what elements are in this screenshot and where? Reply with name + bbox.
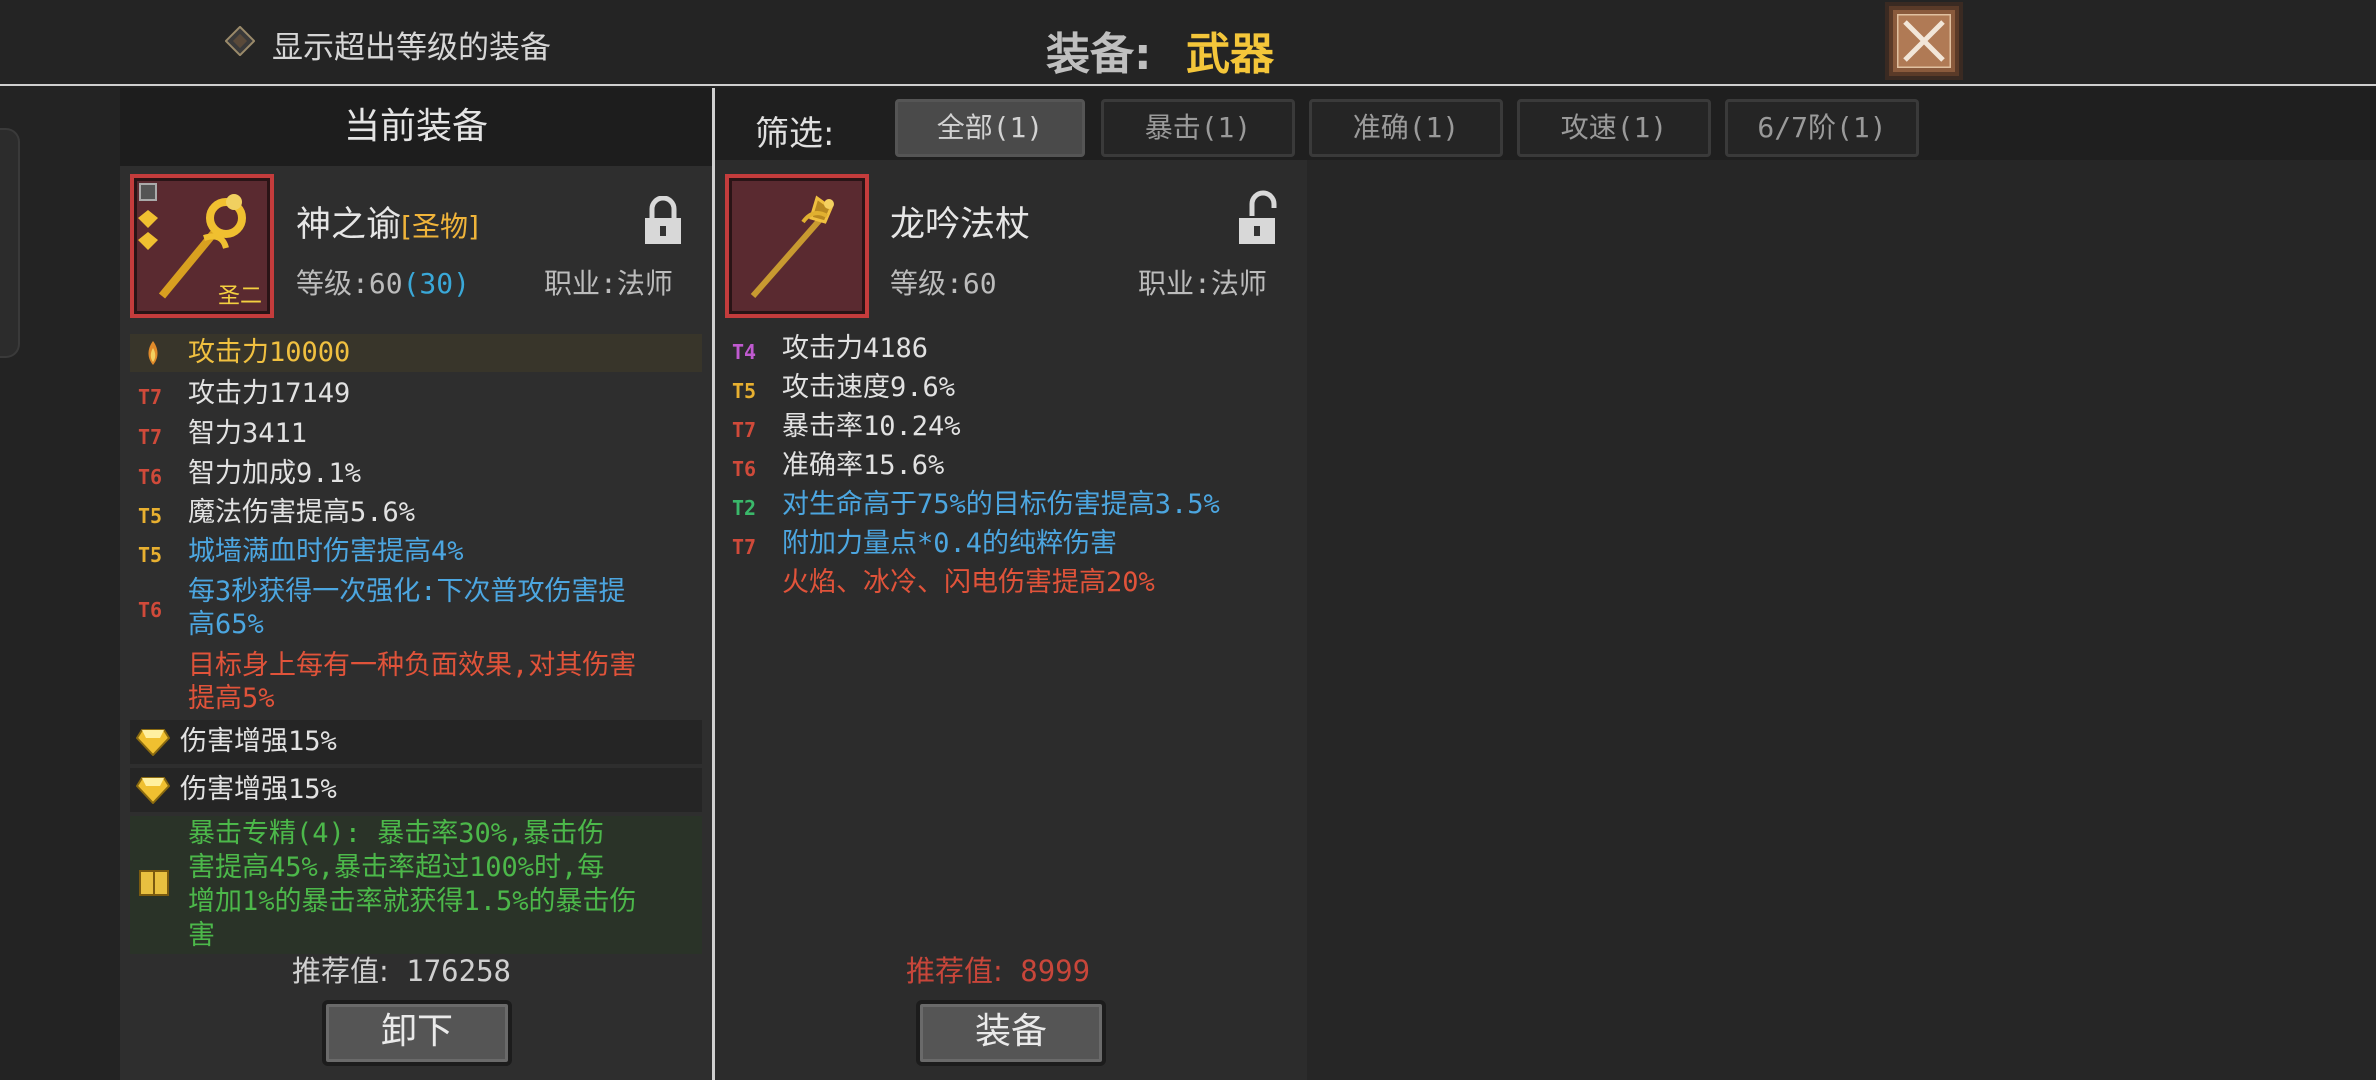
lock-open-icon[interactable] <box>1236 190 1278 246</box>
stat-line: 附加力量点*0.4的纯粹伤害 <box>782 528 1118 559</box>
candidate-score: 推荐值: 8999 <box>906 948 1090 990</box>
flame-icon <box>148 341 158 365</box>
stat-line: 魔法伤害提高5.6% <box>188 497 416 528</box>
lock-closed-icon[interactable] <box>642 196 684 246</box>
score-label: 推荐值: <box>292 954 389 988</box>
side-drawer-handle[interactable] <box>0 128 20 358</box>
show-over-level-toggle-label[interactable]: 显示超出等级的装备 <box>272 22 551 67</box>
gem-bonus: 伤害增强15% <box>180 774 337 805</box>
stat-tier: T4 <box>732 340 757 364</box>
stat-line: 智力加成9.1% <box>188 458 362 489</box>
unequip-button[interactable]: 卸下 <box>322 1000 512 1066</box>
gem-bonus: 伤害增强15% <box>180 726 337 757</box>
stat-tier: T6 <box>138 465 163 489</box>
current-item-name-text: 神之谕 <box>296 205 402 245</box>
level-value: 60 <box>962 267 997 300</box>
current-item-icon[interactable]: 圣二 <box>130 174 274 318</box>
filter-tab-crit[interactable]: 暴击(1) <box>1101 99 1295 157</box>
gem-icon <box>136 777 170 804</box>
stat-tier: T5 <box>732 379 757 403</box>
level-label: 等级: <box>296 267 369 300</box>
stat-line-wrap: 提高5% <box>188 683 275 714</box>
stat-line: 准确率15.6% <box>782 450 945 481</box>
stat-tier: T6 <box>732 457 757 481</box>
page-title-label: 装备: <box>1046 29 1152 80</box>
equipment-list-area <box>1307 160 2376 1080</box>
level-label: 等级: <box>890 267 963 300</box>
candidate-item-name: 龙吟法杖 <box>890 205 1031 245</box>
gem-icon <box>136 729 170 756</box>
current-item-tag: [圣物] <box>401 210 479 243</box>
stat-line: 攻击力4186 <box>782 333 929 364</box>
current-score: 推荐值: 176258 <box>292 948 511 990</box>
stat-tier: T7 <box>732 418 757 442</box>
close-x-icon <box>1897 14 1951 68</box>
current-item-name: 神之谕[圣物] <box>296 196 479 247</box>
level-value: 60 <box>368 267 403 300</box>
candidate-item-icon[interactable] <box>725 174 869 318</box>
stat-line: 火焰、冰冷、闪电伤害提高20% <box>782 567 1155 598</box>
stat-tier: T7 <box>732 535 757 559</box>
stat-tier: T2 <box>732 496 757 520</box>
set-bonus-line: 害提高45%,暴击率超过100%时,每 <box>188 852 605 883</box>
current-item-level: 等级:60(30) <box>296 262 470 302</box>
set-bonus-line: 增加1%的暴击率就获得1.5%的暴击伤 <box>188 886 637 917</box>
level-extra: (30) <box>402 267 471 300</box>
stat-tier: T5 <box>138 543 163 567</box>
stat-tier: T6 <box>138 598 163 622</box>
stat-tier: T5 <box>138 504 163 528</box>
score-value: 8999 <box>1020 954 1091 988</box>
stat-line: 暴击率10.24% <box>782 411 961 442</box>
filter-tab-attack-speed[interactable]: 攻速(1) <box>1517 99 1711 157</box>
filter-label: 筛选: <box>755 114 835 154</box>
relic-badge: 圣二 <box>217 284 262 309</box>
stat-tier: T7 <box>138 385 163 409</box>
filter-tab-accuracy[interactable]: 准确(1) <box>1309 99 1503 157</box>
set-bonus-line: 暴击专精(4): 暴击率30%,暴击伤 <box>188 818 605 849</box>
stat-line: 智力3411 <box>188 418 308 449</box>
stat-line: 攻击速度9.6% <box>782 372 956 403</box>
score-label: 推荐值: <box>906 954 1003 988</box>
stat-line-wrap: 高65% <box>188 609 264 640</box>
equip-button[interactable]: 装备 <box>916 1000 1106 1066</box>
diamond-toggle-icon[interactable] <box>225 26 255 56</box>
filter-tab-all[interactable]: 全部(1) <box>895 99 1085 157</box>
staff-icon <box>750 195 834 298</box>
filter-tab-tier-6-7[interactable]: 6/7阶(1) <box>1725 99 1919 157</box>
stat-line: 攻击力17149 <box>188 378 351 409</box>
stat-tier: T7 <box>138 425 163 449</box>
current-equipment-header: 当前装备 <box>120 88 712 166</box>
book-icon <box>139 870 169 896</box>
set-bonus-line: 害 <box>188 920 215 951</box>
page-title-value: 武器 <box>1186 29 1274 80</box>
score-value: 176258 <box>406 954 512 988</box>
current-item-class: 职业:法师 <box>544 267 673 300</box>
stat-line: 对生命高于75%的目标伤害提高3.5% <box>782 489 1220 520</box>
candidate-item-level: 等级:60 <box>890 262 997 302</box>
close-button[interactable] <box>1885 2 1963 80</box>
base-stat: 攻击力10000 <box>188 337 351 368</box>
stat-line: 城墙满血时伤害提高4% <box>188 536 464 567</box>
candidate-item-class: 职业:法师 <box>1138 267 1267 300</box>
